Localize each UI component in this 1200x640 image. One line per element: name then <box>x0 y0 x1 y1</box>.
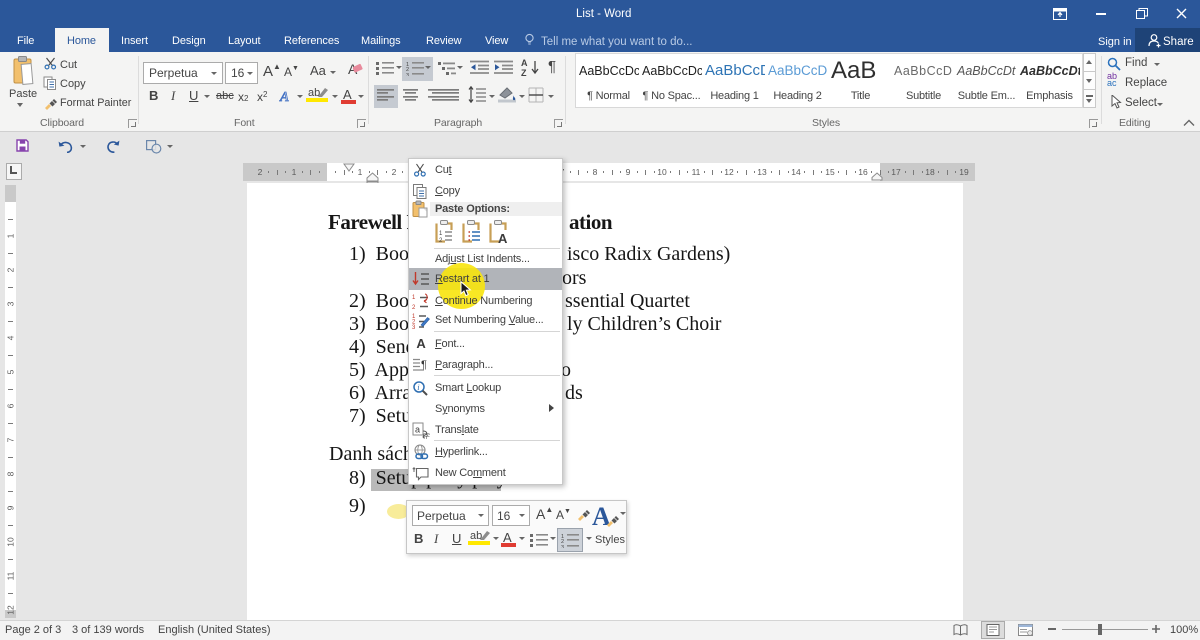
svg-text:1: 1 <box>412 295 416 301</box>
svg-text:¶: ¶ <box>421 359 427 371</box>
svg-text:A: A <box>498 231 508 245</box>
svg-text:A: A <box>279 90 289 103</box>
svg-text:a: a <box>415 425 420 435</box>
svg-text:3: 3 <box>412 325 416 329</box>
svg-text:1: 1 <box>439 231 443 237</box>
svg-text:i: i <box>417 382 420 392</box>
svg-text:3: 3 <box>406 73 409 76</box>
svg-text:3: 3 <box>561 545 564 548</box>
svg-text:字: 字 <box>423 432 430 440</box>
